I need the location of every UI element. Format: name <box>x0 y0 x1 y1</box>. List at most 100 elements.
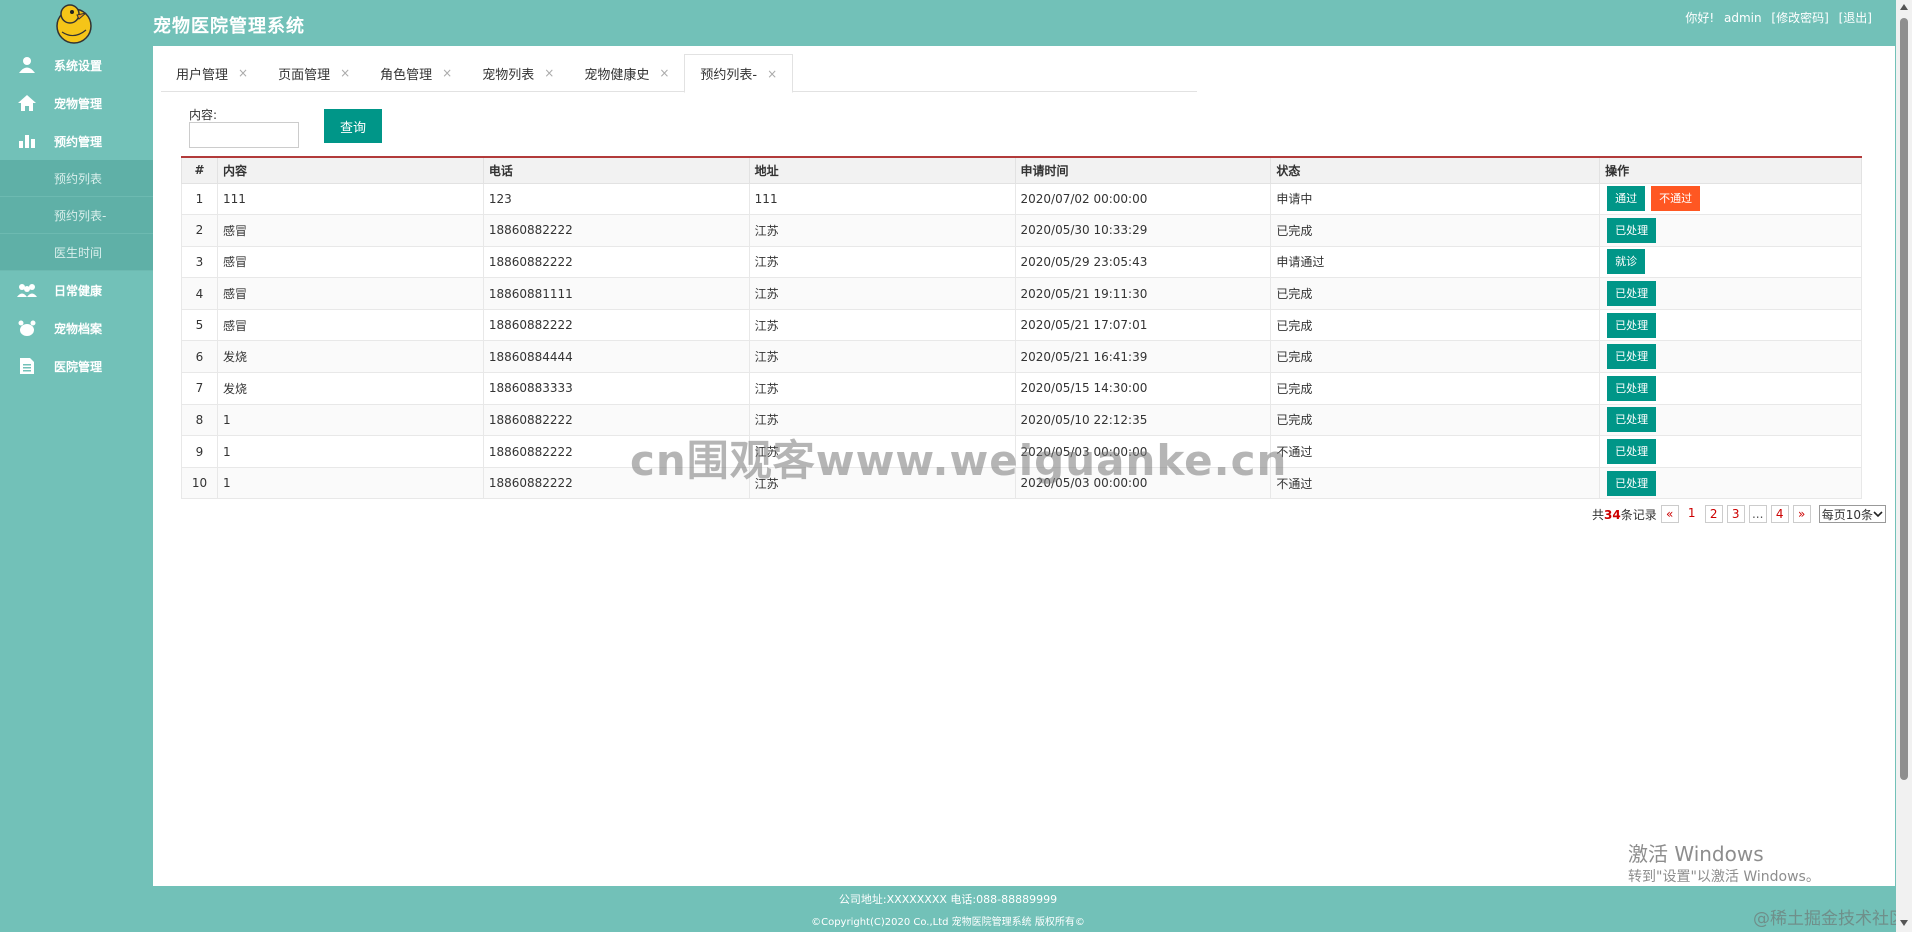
close-icon[interactable]: × <box>767 67 777 81</box>
processed-button[interactable]: 已处理 <box>1607 312 1657 338</box>
prev-page-button[interactable]: « <box>1660 505 1679 523</box>
approve-button[interactable]: 通过 <box>1607 186 1646 212</box>
cell-content: 发烧 <box>216 372 484 405</box>
close-icon[interactable]: × <box>442 66 452 80</box>
cell-status: 不通过 <box>1270 435 1601 468</box>
tab-label: 角色管理 <box>380 67 433 83</box>
cell-status: 已完成 <box>1270 214 1601 247</box>
tab-user-management[interactable]: 用户管理 × <box>161 54 263 92</box>
sidebar-item-appointment-management[interactable]: 预约管理 <box>0 122 153 160</box>
cell-no: 7 <box>181 372 218 405</box>
page-ellipsis: ... <box>1748 505 1767 523</box>
vertical-scrollbar[interactable] <box>1896 0 1912 932</box>
tab-label: 宠物列表 <box>482 67 535 83</box>
processed-button[interactable]: 已处理 <box>1607 407 1657 433</box>
home-icon <box>0 94 54 112</box>
cell-no: 5 <box>181 308 218 342</box>
cell-address: 江苏 <box>748 277 1016 310</box>
sidebar-item-hospital-management[interactable]: 医院管理 <box>0 347 153 385</box>
tab-label: 用户管理 <box>176 67 229 83</box>
reject-button[interactable]: 不通过 <box>1651 186 1701 212</box>
cell-time: 2020/05/21 17:07:01 <box>1014 308 1272 342</box>
cell-status: 已完成 <box>1270 308 1601 342</box>
cell-phone: 18860882222 <box>482 245 750 279</box>
scroll-up-arrow-icon[interactable] <box>1900 4 1908 10</box>
sidebar-item-label: 预约管理 <box>54 134 103 149</box>
next-page-button[interactable]: » <box>1792 505 1811 523</box>
processed-button[interactable]: 已处理 <box>1607 281 1657 307</box>
table-row: 5 感冒 18860882222 江苏 2020/05/21 17:07:01 已完成 已处… <box>181 308 1862 342</box>
cell-actions: 已处理 <box>1599 372 1862 405</box>
processed-button[interactable]: 已处理 <box>1607 344 1657 370</box>
total-prefix: 共 <box>1591 507 1604 522</box>
tab-pet-list[interactable]: 宠物列表 × <box>467 54 569 92</box>
tab-role-management[interactable]: 角色管理 × <box>365 54 467 92</box>
duck-logo-icon <box>44 0 104 46</box>
search-input[interactable] <box>189 122 299 148</box>
app-header: 宠物医院管理系统 你好! admin [修改密码] [退出] <box>0 0 1912 46</box>
table-header-row: # 内容 电话 地址 申请时间 状态 操作 <box>181 156 1862 184</box>
cell-actions: 已处理 <box>1599 277 1862 310</box>
page-4-button[interactable]: 4 <box>1770 505 1789 523</box>
tab-label: 宠物健康史 <box>584 67 650 83</box>
sidebar-item-label: 日常健康 <box>54 283 103 298</box>
sidebar-subitem-doctor-time[interactable]: 医生时间 <box>0 234 153 271</box>
cell-phone: 18860884444 <box>482 340 750 374</box>
cell-status: 已完成 <box>1270 372 1601 405</box>
cell-status: 不通过 <box>1270 466 1601 500</box>
scroll-down-arrow-icon[interactable] <box>1900 920 1908 926</box>
page-size-select[interactable]: 每页10条 <box>1818 505 1886 523</box>
close-icon[interactable]: × <box>238 66 248 80</box>
processed-button[interactable]: 已处理 <box>1607 375 1657 401</box>
cell-time: 2020/05/21 16:41:39 <box>1014 340 1272 374</box>
tab-pet-health-history[interactable]: 宠物健康史 × <box>569 54 684 92</box>
logout-link[interactable]: [退出] <box>1839 11 1872 25</box>
cell-no: 2 <box>181 214 218 247</box>
close-icon[interactable]: × <box>659 66 669 80</box>
change-password-link[interactable]: [修改密码] <box>1771 11 1828 25</box>
tab-appointment-list[interactable]: 预约列表- × <box>684 54 794 93</box>
sidebar-item-system-settings[interactable]: 系统设置 <box>0 46 153 84</box>
windows-activation-hint: 转到"设置"以激活 Windows。 <box>1628 869 1820 885</box>
table-row: 4 感冒 18860881111 江苏 2020/05/21 19:11:30 已完成 已处… <box>181 277 1862 310</box>
close-icon[interactable]: × <box>340 66 350 80</box>
sidebar-item-pet-records[interactable]: 宠物档案 <box>0 309 153 347</box>
document-icon <box>0 357 54 375</box>
column-header-time: 申请时间 <box>1014 156 1272 184</box>
column-header-phone: 电话 <box>482 156 750 184</box>
juejin-watermark: @稀土掘金技术社区 <box>1753 909 1906 929</box>
cell-no: 9 <box>181 435 218 468</box>
tab-bar: 用户管理 × 页面管理 × 角色管理 × 宠物列表 × 宠物健康史 × 预约列表- × <box>161 54 1197 93</box>
tab-page-management[interactable]: 页面管理 × <box>263 54 365 92</box>
sidebar-subitem-appointment-list[interactable]: 预约列表 <box>0 160 153 197</box>
cell-no: 10 <box>181 466 218 500</box>
cell-phone: 18860882222 <box>482 308 750 342</box>
processed-button[interactable]: 已处理 <box>1607 439 1657 465</box>
processed-button[interactable]: 已处理 <box>1607 217 1657 243</box>
cell-address: 江苏 <box>748 372 1016 405</box>
cell-no: 3 <box>181 245 218 279</box>
processed-button[interactable]: 已处理 <box>1607 470 1657 496</box>
column-header-address: 地址 <box>748 156 1016 184</box>
search-button[interactable]: 查询 <box>324 109 382 143</box>
cell-content: 1 <box>216 435 484 468</box>
page-1-button[interactable]: 1 <box>1683 505 1701 523</box>
table-row: 2 感冒 18860882222 江苏 2020/05/30 10:33:29 已完成 已处… <box>181 214 1862 247</box>
column-header-actions: 操作 <box>1599 156 1862 184</box>
username-text: admin <box>1723 11 1762 25</box>
watermark: cn围观客www.weiguanke.cn <box>630 436 1288 485</box>
cell-time: 2020/05/29 23:05:43 <box>1014 245 1272 279</box>
visit-button[interactable]: 就诊 <box>1607 249 1646 275</box>
column-header-no: # <box>181 156 218 184</box>
sidebar-item-daily-health[interactable]: 日常健康 <box>0 271 153 309</box>
scroll-thumb[interactable] <box>1900 18 1908 780</box>
page-3-button[interactable]: 3 <box>1726 505 1745 523</box>
close-icon[interactable]: × <box>544 66 554 80</box>
cell-actions: 已处理 <box>1599 435 1862 468</box>
cell-actions: 已处理 <box>1599 340 1862 374</box>
cell-phone: 18860883333 <box>482 372 750 405</box>
sidebar-subitem-appointment-list-2[interactable]: 预约列表- <box>0 197 153 234</box>
sidebar-item-pet-management[interactable]: 宠物管理 <box>0 84 153 122</box>
cell-time: 2020/05/30 10:33:29 <box>1014 214 1272 247</box>
page-2-button[interactable]: 2 <box>1704 505 1723 523</box>
